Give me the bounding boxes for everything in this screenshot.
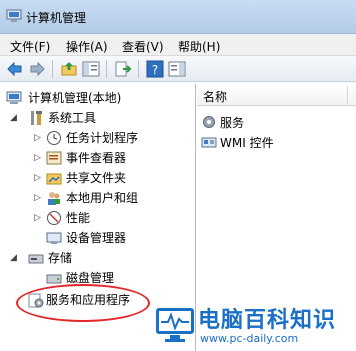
- tree-item-label: 本地用户和组: [66, 191, 139, 205]
- tree-item-local-users[interactable]: ▷ 本地用户和组: [0, 188, 196, 208]
- svg-text:?: ?: [152, 63, 158, 77]
- show-hide-tree-icon[interactable]: [82, 60, 100, 78]
- forward-arrow-icon[interactable]: [28, 60, 46, 78]
- computer-management-icon: [6, 9, 22, 22]
- toolbar-separator: [52, 60, 53, 78]
- tree-item-label: 任务计划程序: [66, 131, 139, 145]
- tree-item-device-manager[interactable]: 设备管理器: [0, 228, 196, 248]
- menu-help[interactable]: 帮助(H): [178, 38, 220, 55]
- device-manager-icon: [46, 232, 62, 244]
- users-icon: [48, 192, 60, 205]
- watermark-url: www.pc-daily.com: [200, 332, 299, 345]
- toolbar-separator: [138, 60, 139, 78]
- tree-item-label: 共享文件夹: [66, 171, 127, 185]
- menu-bar: 文件(F) 操作(A) 查看(V) 帮助(H): [0, 34, 356, 56]
- menu-file[interactable]: 文件(F): [10, 38, 50, 55]
- list-item-label: 服务: [220, 116, 245, 130]
- tree-item-label: 系统工具: [48, 111, 97, 125]
- tree-item-label: 存储: [48, 251, 73, 265]
- event-viewer-icon: [46, 151, 62, 165]
- menu-action[interactable]: 操作(A): [66, 38, 108, 55]
- expanded-arrow-icon[interactable]: ◢: [10, 108, 17, 128]
- list-item-services[interactable]: 服务: [197, 112, 356, 132]
- back-arrow-icon[interactable]: [6, 60, 24, 78]
- column-header-name[interactable]: 名称: [197, 84, 356, 106]
- wmi-control-icon: [201, 137, 217, 148]
- help-icon[interactable]: ?: [146, 60, 164, 78]
- shared-folder-icon: [46, 173, 62, 185]
- tree-item-event-viewer[interactable]: ▷ 事件查看器: [0, 148, 196, 168]
- collapsed-arrow-icon[interactable]: ▷: [34, 188, 41, 208]
- tree-item-task-scheduler[interactable]: ▷ 任务计划程序: [0, 128, 196, 148]
- watermark-logo-icon: [156, 308, 194, 342]
- tree-item-computer-management[interactable]: 计算机管理(本地): [0, 88, 196, 108]
- collapsed-arrow-icon[interactable]: ▷: [34, 168, 41, 188]
- column-divider[interactable]: [347, 86, 348, 104]
- storage-icon: [28, 254, 44, 264]
- watermark: 电脑百科知识 www.pc-daily.com: [150, 300, 356, 351]
- tree-item-label: 事件查看器: [66, 151, 127, 165]
- tree-item-storage[interactable]: ◢ 存储: [0, 248, 196, 268]
- tree-item-performance[interactable]: ▷ 性能: [0, 208, 196, 228]
- collapsed-arrow-icon[interactable]: ▷: [34, 148, 41, 168]
- gear-icon: [203, 116, 215, 128]
- collapsed-arrow-icon[interactable]: ▷: [34, 128, 41, 148]
- tree-item-label: 性能: [66, 211, 91, 225]
- disk-icon: [46, 274, 62, 284]
- tree-item-label: 设备管理器: [66, 231, 127, 245]
- window-title: 计算机管理: [26, 11, 87, 25]
- computer-management-icon: [6, 91, 22, 104]
- tree-item-label: 计算机管理(本地): [28, 91, 122, 105]
- column-name-label: 名称: [203, 90, 228, 104]
- expanded-arrow-icon[interactable]: ◢: [10, 248, 17, 268]
- menu-view[interactable]: 查看(V): [122, 38, 164, 55]
- performance-icon: [47, 211, 61, 225]
- title-bar: 计算机管理: [0, 0, 356, 34]
- export-list-icon[interactable]: [114, 60, 132, 78]
- collapsed-arrow-icon[interactable]: ▷: [34, 208, 41, 228]
- tree-item-system-tools[interactable]: ◢ 系统工具: [0, 108, 196, 128]
- list-item-wmi-control[interactable]: WMI 控件: [197, 132, 356, 152]
- show-action-pane-icon[interactable]: [168, 60, 186, 78]
- highlight-annotation: [16, 284, 150, 322]
- clock-icon: [47, 131, 61, 145]
- tools-icon: [31, 111, 42, 125]
- watermark-title: 电脑百科知识: [198, 308, 337, 333]
- toolbar: ?: [0, 56, 356, 82]
- list-item-label: WMI 控件: [220, 136, 274, 150]
- tree-item-shared-folders[interactable]: ▷ 共享文件夹: [0, 168, 196, 188]
- up-folder-icon[interactable]: [60, 60, 78, 78]
- toolbar-separator: [106, 60, 107, 78]
